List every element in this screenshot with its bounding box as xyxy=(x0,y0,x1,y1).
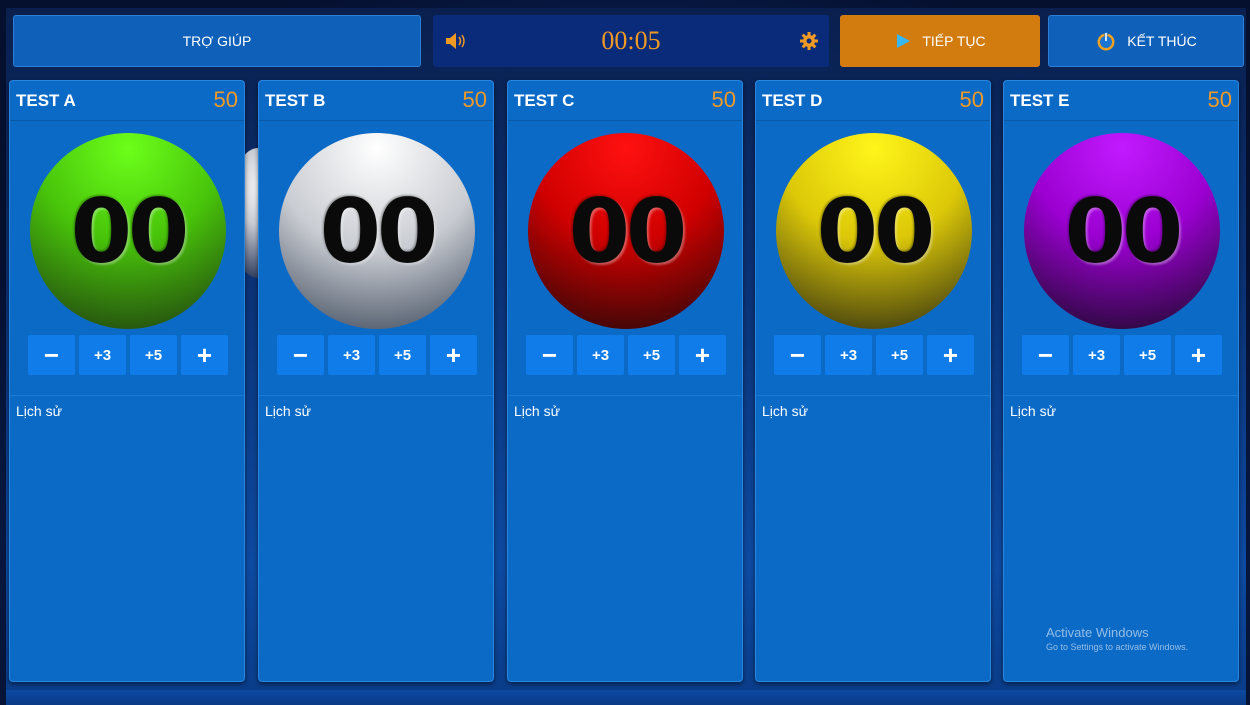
plus5-button[interactable]: +5 xyxy=(876,335,923,375)
team-card-a: TEST A 50 00 − +3 +5 + Lịch sử xyxy=(9,80,245,682)
divider xyxy=(259,395,493,396)
minus-button[interactable]: − xyxy=(28,335,75,375)
plus3-button[interactable]: +3 xyxy=(328,335,375,375)
team-total: 50 xyxy=(959,87,984,112)
plus-button[interactable]: + xyxy=(430,335,477,375)
team-total: 50 xyxy=(213,87,238,112)
team-name: TEST A xyxy=(16,91,76,110)
help-button-label: TRỢ GIÚP xyxy=(182,33,252,49)
plus5-button[interactable]: +5 xyxy=(130,335,177,375)
team-total: 50 xyxy=(711,87,736,112)
plus3-button[interactable]: +3 xyxy=(577,335,624,375)
gear-icon[interactable] xyxy=(799,31,819,51)
plus5-button[interactable]: +5 xyxy=(379,335,426,375)
history-label: Lịch sử xyxy=(265,403,311,419)
team-score: 00 xyxy=(568,179,687,283)
divider xyxy=(508,395,742,396)
windows-activation-watermark: Activate Windows Go to Settings to activ… xyxy=(1046,625,1188,652)
team-name: TEST D xyxy=(762,91,823,110)
divider xyxy=(1004,395,1238,396)
game-window: TRỢ GIÚP 00:05 TIẾP TỤC KẾT THÚC TEST A … xyxy=(6,8,1246,705)
score-ball: 00 xyxy=(279,133,475,329)
team-card-d: TEST D 50 00 − +3 +5 + Lịch sử xyxy=(755,80,991,682)
watermark-title: Activate Windows xyxy=(1046,625,1149,640)
score-ball: 00 xyxy=(776,133,972,329)
score-ball: 00 xyxy=(1024,133,1220,329)
team-total: 50 xyxy=(462,87,487,112)
divider xyxy=(756,395,990,396)
plus5-button[interactable]: +5 xyxy=(628,335,675,375)
team-header: TEST C 50 xyxy=(508,81,742,121)
top-toolbar: TRỢ GIÚP 00:05 TIẾP TỤC KẾT THÚC xyxy=(6,8,1246,76)
play-icon xyxy=(897,34,911,48)
score-controls: − +3 +5 + xyxy=(1022,335,1224,375)
plus3-button[interactable]: +3 xyxy=(1073,335,1120,375)
plus-button[interactable]: + xyxy=(927,335,974,375)
continue-button-label: TIẾP TỤC xyxy=(922,33,986,49)
score-ball: 00 xyxy=(30,133,226,329)
minus-button[interactable]: − xyxy=(526,335,573,375)
divider xyxy=(10,395,244,396)
team-score: 00 xyxy=(70,179,189,283)
plus-button[interactable]: + xyxy=(181,335,228,375)
team-score: 00 xyxy=(816,179,935,283)
team-score: 00 xyxy=(319,179,438,283)
team-card-c: TEST C 50 00 − +3 +5 + Lịch sử xyxy=(507,80,743,682)
bottom-strip xyxy=(6,690,1246,705)
team-header: TEST A 50 xyxy=(10,81,244,121)
team-header: TEST E 50 xyxy=(1004,81,1238,121)
minus-button[interactable]: − xyxy=(774,335,821,375)
score-controls: − +3 +5 + xyxy=(774,335,976,375)
countdown-timer: 00:05 xyxy=(601,26,661,55)
team-score: 00 xyxy=(1064,179,1183,283)
history-label: Lịch sử xyxy=(514,403,560,419)
plus3-button[interactable]: +3 xyxy=(79,335,126,375)
watermark-subtitle: Go to Settings to activate Windows. xyxy=(1046,642,1189,652)
minus-button[interactable]: − xyxy=(277,335,324,375)
history-label: Lịch sử xyxy=(16,403,62,419)
team-card-e: TEST E 50 00 − +3 +5 + Lịch sử xyxy=(1003,80,1239,682)
plus5-button[interactable]: +5 xyxy=(1124,335,1171,375)
score-ball: 00 xyxy=(528,133,724,329)
team-total: 50 xyxy=(1207,87,1232,112)
end-button-label: KẾT THÚC xyxy=(1127,33,1197,49)
score-controls: − +3 +5 + xyxy=(277,335,479,375)
plus-button[interactable]: + xyxy=(1175,335,1222,375)
team-name: TEST E xyxy=(1010,91,1070,110)
power-icon xyxy=(1097,32,1115,51)
score-controls: − +3 +5 + xyxy=(28,335,230,375)
end-button[interactable]: KẾT THÚC xyxy=(1048,15,1244,67)
team-header: TEST B 50 xyxy=(259,81,493,121)
history-label: Lịch sử xyxy=(762,403,808,419)
team-name: TEST C xyxy=(514,91,575,110)
minus-button[interactable]: − xyxy=(1022,335,1069,375)
continue-button[interactable]: TIẾP TỤC xyxy=(840,15,1040,67)
team-card-b: TEST B 50 00 − +3 +5 + Lịch sử xyxy=(258,80,494,682)
history-label: Lịch sử xyxy=(1010,403,1056,419)
score-controls: − +3 +5 + xyxy=(526,335,728,375)
help-button[interactable]: TRỢ GIÚP xyxy=(13,15,421,67)
team-header: TEST D 50 xyxy=(756,81,990,121)
plus-button[interactable]: + xyxy=(679,335,726,375)
team-name: TEST B xyxy=(265,91,326,110)
plus3-button[interactable]: +3 xyxy=(825,335,872,375)
app-stage: TRỢ GIÚP 00:05 TIẾP TỤC KẾT THÚC TEST A … xyxy=(0,0,1250,705)
timer-panel: 00:05 xyxy=(433,15,829,67)
